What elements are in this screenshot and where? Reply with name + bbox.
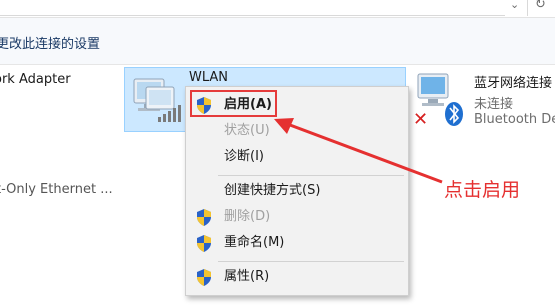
adapter-name-left[interactable]: ork Adapter bbox=[0, 72, 71, 87]
change-settings-link[interactable]: 更改此连接的设置 bbox=[0, 33, 100, 52]
address-box[interactable] bbox=[0, 0, 505, 16]
shield-icon bbox=[197, 269, 211, 286]
adapter-name-host-only[interactable]: t-Only Ethernet ... bbox=[0, 182, 113, 197]
menu-item-label: 重命名(M) bbox=[224, 235, 285, 250]
command-bar: 更改此连接的设置 bbox=[0, 18, 555, 65]
network-adapter-icon bbox=[133, 78, 181, 122]
highlight-box bbox=[190, 90, 277, 117]
toolbar-divider bbox=[527, 0, 528, 16]
shield-icon bbox=[197, 235, 211, 252]
menu-item-label: 属性(R) bbox=[224, 269, 270, 284]
menu-item-label: 诊断(I) bbox=[224, 149, 264, 164]
menu-item-rename[interactable]: 重命名(M) bbox=[186, 231, 410, 255]
refresh-icon[interactable]: ↻ bbox=[535, 0, 546, 12]
menu-separator bbox=[218, 261, 404, 262]
menu-item-label: 删除(D) bbox=[224, 209, 271, 224]
adapter-name-bluetooth[interactable]: 蓝牙网络连接 bbox=[474, 72, 552, 91]
adapter-status-bluetooth: 未连接 bbox=[474, 97, 514, 112]
chevron-down-icon[interactable]: ⌄ bbox=[510, 0, 519, 11]
adapter-device-bluetooth: Bluetooth De bbox=[474, 112, 555, 127]
menu-item-properties[interactable]: 属性(R) bbox=[186, 265, 410, 289]
shield-icon bbox=[197, 209, 211, 226]
annotation-arrow bbox=[274, 118, 443, 184]
menu-item-label: 状态(U) bbox=[224, 123, 270, 138]
address-bar[interactable]: ⌄ ↻ bbox=[0, 0, 555, 18]
menu-item-delete: 删除(D) bbox=[186, 205, 410, 229]
annotation-text: 点击启用 bbox=[444, 179, 521, 201]
adapter-name-wlan: WLAN bbox=[189, 70, 229, 85]
